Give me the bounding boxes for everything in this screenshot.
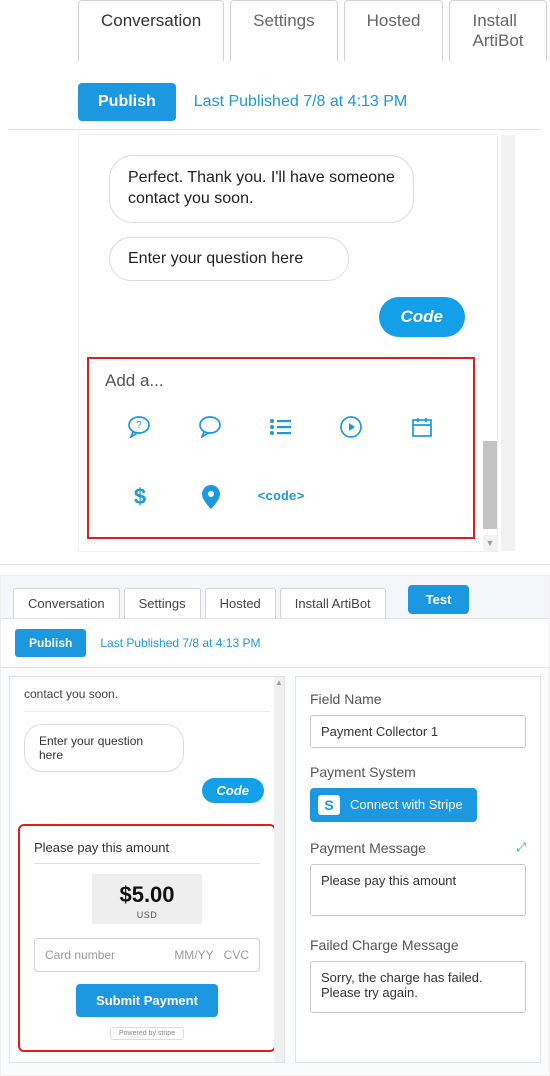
expand-icon[interactable]: ⤢ xyxy=(516,840,526,855)
chat-bubble-icon[interactable] xyxy=(195,415,227,439)
card-mmyy-placeholder: MM/YY xyxy=(174,948,213,962)
last-published-text-2: Last Published 7/8 at 4:13 PM xyxy=(100,636,260,650)
play-circle-icon[interactable] xyxy=(335,415,367,439)
tab2-settings[interactable]: Settings xyxy=(124,588,201,618)
preview-scrollbar-track[interactable] xyxy=(274,677,284,1062)
add-a-icons: ? $ <code> xyxy=(105,415,457,509)
submit-payment-button[interactable]: Submit Payment xyxy=(76,984,218,1017)
location-pin-icon[interactable] xyxy=(195,485,227,509)
bot-message-bubble: Perfect. Thank you. I'll have someone co… xyxy=(109,155,414,223)
publish-row: Publish Last Published 7/8 at 4:13 PM xyxy=(78,83,542,121)
publish-button-2[interactable]: Publish xyxy=(15,629,86,657)
preview-scroll-up-arrow[interactable]: ▲ xyxy=(274,677,284,689)
payment-message-input[interactable]: Please pay this amount xyxy=(310,864,526,916)
scrollbar-track[interactable] xyxy=(501,135,515,551)
code-pill-sm[interactable]: Code xyxy=(202,778,265,803)
amount-box: $5.00 USD xyxy=(92,874,202,924)
connect-stripe-button[interactable]: S Connect with Stripe xyxy=(310,788,477,822)
top-panel: Conversation Settings Hosted Install Art… xyxy=(0,0,550,565)
primary-tabs: Conversation Settings Hosted Install Art… xyxy=(78,0,542,61)
card-number-placeholder: Card number xyxy=(45,948,115,962)
payment-system-label: Payment System xyxy=(310,764,526,780)
field-name-input[interactable] xyxy=(310,715,526,748)
payment-message-label: Payment Message ⤢ xyxy=(310,840,526,856)
card-number-field[interactable]: Card number MM/YY CVC xyxy=(34,938,260,972)
svg-text:?: ? xyxy=(136,420,142,431)
tab-conversation[interactable]: Conversation xyxy=(78,0,224,61)
card-cvc-placeholder: CVC xyxy=(224,948,249,962)
publish-bar-2: Publish Last Published 7/8 at 4:13 PM xyxy=(1,618,549,668)
last-published-text: Last Published 7/8 at 4:13 PM xyxy=(194,93,407,111)
failed-charge-input[interactable]: Sorry, the charge has failed. Please try… xyxy=(310,961,526,1013)
publish-button[interactable]: Publish xyxy=(78,83,176,121)
connect-stripe-label: Connect with Stripe xyxy=(350,797,463,812)
editor-split: ▲ contact you soon. Enter your question … xyxy=(1,668,549,1075)
code-pill-wrap: Code xyxy=(79,297,465,337)
question-bubble-sm[interactable]: Enter your question here xyxy=(24,724,184,772)
field-name-label: Field Name xyxy=(310,691,526,707)
stripe-badge: Powered by stripe xyxy=(110,1027,184,1040)
list-icon[interactable] xyxy=(265,415,297,439)
stripe-s-icon: S xyxy=(318,795,340,815)
code-pill-sm-wrap: Code xyxy=(24,782,264,800)
payment-card: Please pay this amount $5.00 USD Card nu… xyxy=(18,824,276,1052)
properties-pane: Field Name Payment System S Connect with… xyxy=(295,676,541,1063)
divider xyxy=(8,129,542,130)
failed-charge-label: Failed Charge Message xyxy=(310,937,526,953)
scrollbar-down-arrow[interactable]: ▼ xyxy=(483,535,497,551)
code-option-icon[interactable]: <code> xyxy=(258,485,305,509)
question-bubble-icon[interactable]: ? xyxy=(124,415,156,439)
bottom-panel: Conversation Settings Hosted Install Art… xyxy=(0,575,550,1076)
add-a-toolbox: Add a... ? $ xyxy=(87,357,475,539)
question-bubble[interactable]: Enter your question here xyxy=(109,237,349,281)
calendar-icon[interactable] xyxy=(406,415,438,439)
test-button[interactable]: Test xyxy=(408,585,470,614)
svg-text:$: $ xyxy=(134,486,146,508)
chat-preview-panel: Perfect. Thank you. I'll have someone co… xyxy=(78,134,498,552)
dollar-icon[interactable]: $ xyxy=(124,485,156,509)
tab2-hosted[interactable]: Hosted xyxy=(205,588,276,618)
tab2-install-artibot[interactable]: Install ArtiBot xyxy=(280,588,386,618)
add-a-title: Add a... xyxy=(105,371,457,391)
amount-value: $5.00 xyxy=(92,882,202,908)
tab-hosted[interactable]: Hosted xyxy=(344,0,444,61)
tab2-conversation[interactable]: Conversation xyxy=(13,588,120,618)
code-pill[interactable]: Code xyxy=(379,297,466,337)
scrollbar-thumb[interactable] xyxy=(483,441,497,529)
trailing-bot-message: contact you soon. xyxy=(24,687,270,712)
preview-pane: ▲ contact you soon. Enter your question … xyxy=(9,676,285,1063)
payment-card-title: Please pay this amount xyxy=(34,840,260,864)
amount-currency: USD xyxy=(92,910,202,920)
tab-settings[interactable]: Settings xyxy=(230,0,337,61)
secondary-tabs: Conversation Settings Hosted Install Art… xyxy=(1,576,549,618)
tab-install-artibot[interactable]: Install ArtiBot xyxy=(449,0,546,61)
